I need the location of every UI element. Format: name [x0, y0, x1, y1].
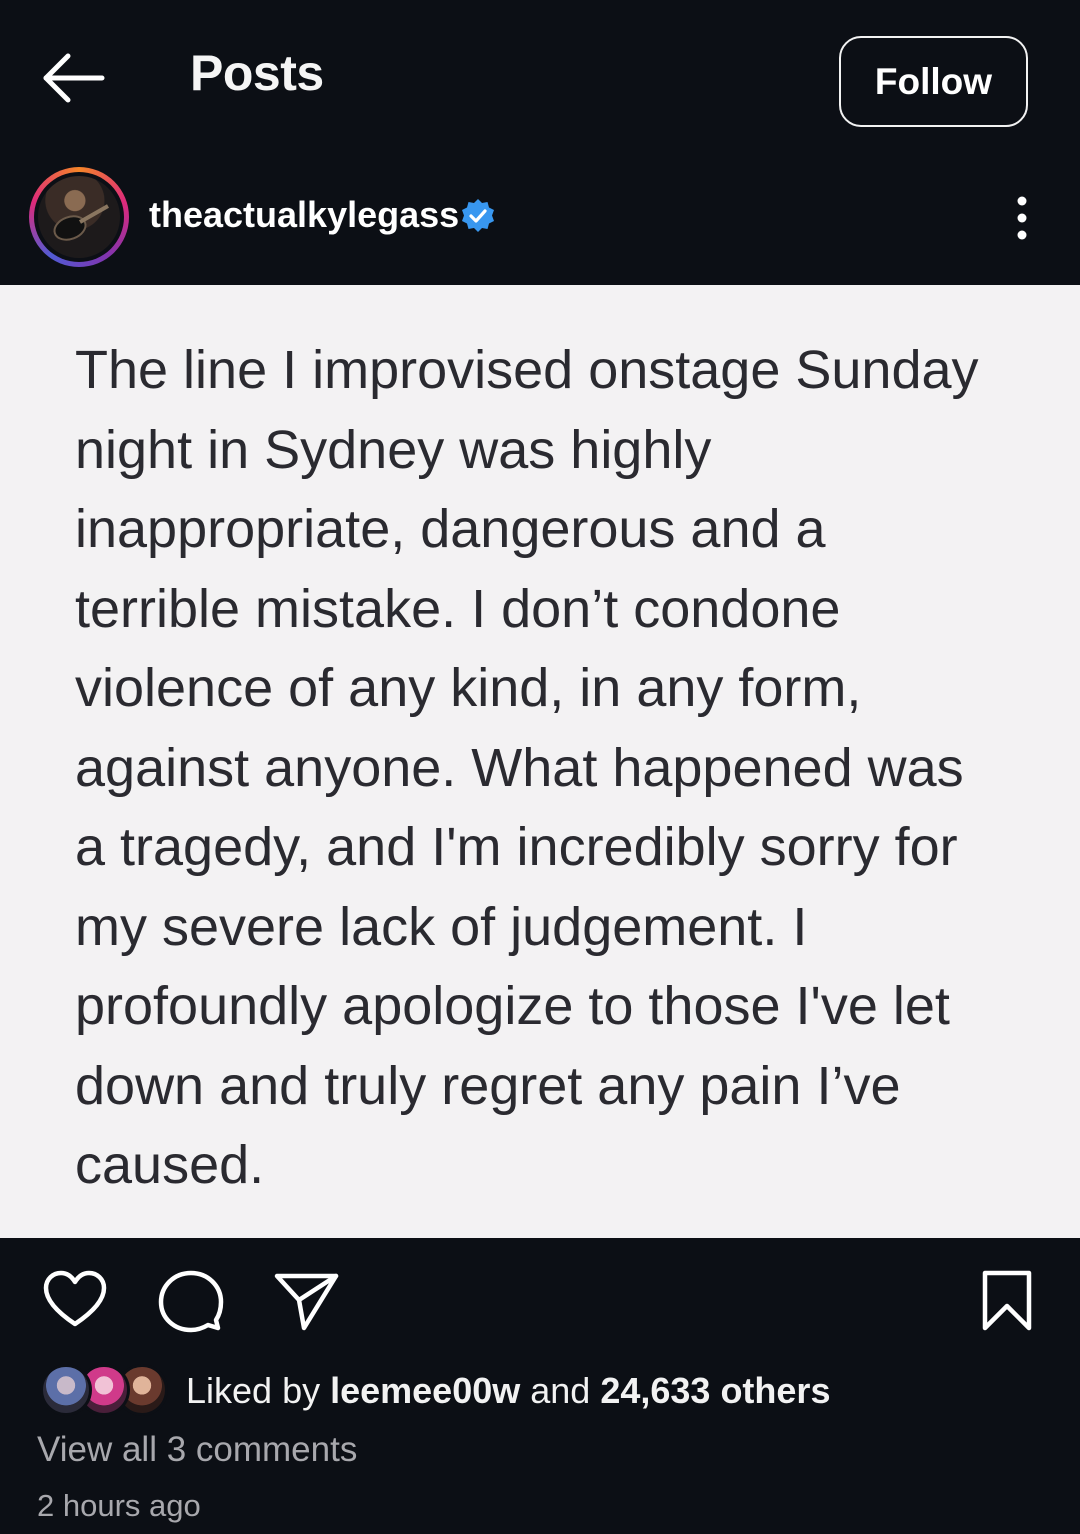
- bookmark-icon[interactable]: [980, 1268, 1034, 1334]
- liker-avatar: [40, 1364, 92, 1416]
- action-bar: [0, 1238, 1080, 1358]
- more-options-icon[interactable]: [1008, 194, 1036, 242]
- share-send-icon[interactable]: [274, 1268, 340, 1334]
- post-image[interactable]: The line I improvised onstage Sunday nig…: [0, 285, 1080, 1238]
- heart-icon[interactable]: [42, 1268, 108, 1334]
- avatar-photo: [38, 176, 120, 258]
- back-arrow-icon[interactable]: [40, 50, 106, 106]
- post-timestamp: 2 hours ago: [37, 1488, 201, 1523]
- view-comments-link[interactable]: View all 3 comments: [37, 1430, 357, 1470]
- avatar[interactable]: [29, 167, 129, 267]
- top-bar: Posts Follow: [0, 0, 1080, 150]
- likes-row[interactable]: Liked by leemee00w and 24,633 others: [0, 1358, 1080, 1420]
- page-title: Posts: [190, 45, 324, 101]
- post-screen: Posts Follow theactualkylegass The line …: [0, 0, 1080, 1534]
- likes-summary: Liked by leemee00w and 24,633 others: [186, 1370, 831, 1411]
- comment-icon[interactable]: [158, 1268, 224, 1334]
- follow-button[interactable]: Follow: [839, 36, 1028, 127]
- post-author-row: theactualkylegass: [0, 160, 1080, 275]
- liker-username[interactable]: leemee00w: [330, 1370, 520, 1411]
- author-username[interactable]: theactualkylegass: [149, 194, 459, 236]
- post-statement-text: The line I improvised onstage Sunday nig…: [75, 340, 979, 1195]
- verified-badge-icon: [462, 199, 494, 232]
- guitar-icon: [53, 204, 109, 241]
- likes-count[interactable]: 24,633 others: [600, 1370, 830, 1411]
